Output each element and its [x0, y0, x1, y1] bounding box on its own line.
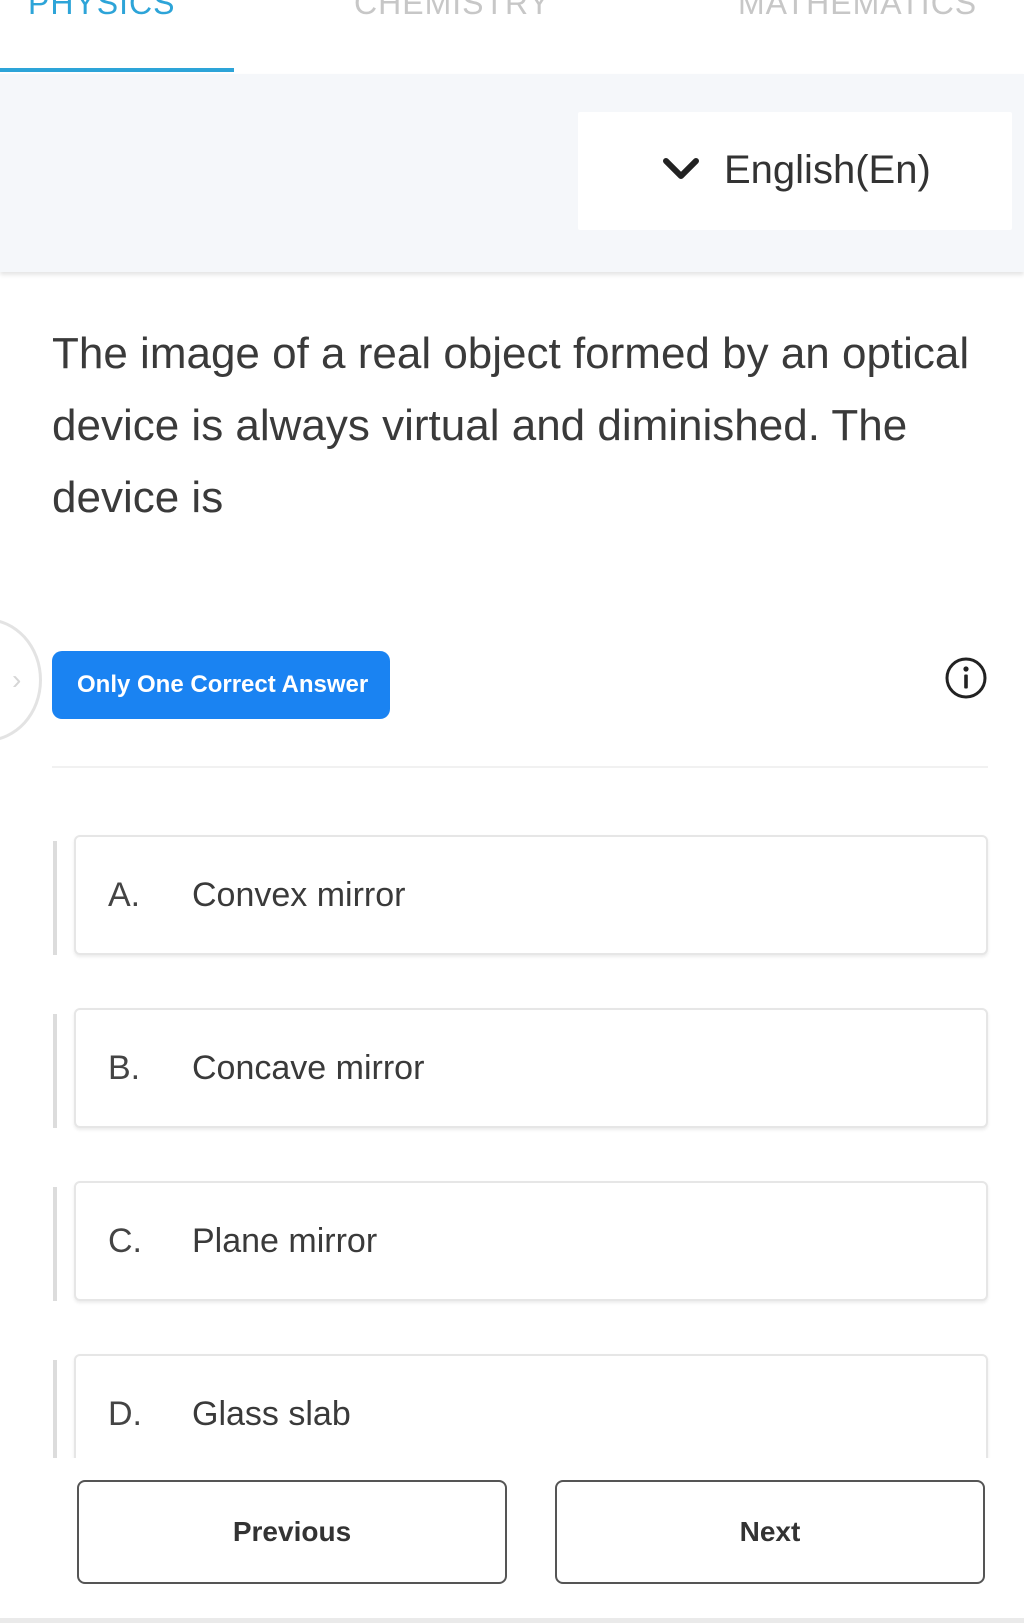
option-accent-bar — [53, 841, 57, 955]
option-c-card[interactable]: C. Plane mirror — [74, 1181, 988, 1301]
option-accent-bar — [53, 1360, 57, 1474]
answer-type-badge: Only One Correct Answer — [52, 651, 390, 719]
footer-divider — [0, 1618, 1024, 1623]
option-text: Glass slab — [192, 1395, 351, 1433]
question-text: The image of a real object formed by an … — [52, 329, 970, 522]
option-c: C. Plane mirror — [0, 1181, 1024, 1303]
option-text: Convex mirror — [192, 876, 406, 914]
option-letter: C. — [108, 1222, 142, 1260]
tab-chemistry[interactable]: CHEMISTRY — [354, 0, 551, 28]
info-icon[interactable] — [944, 656, 988, 700]
subject-tabs: PHYSICS CHEMISTRY MATHEMATICS — [0, 0, 1024, 74]
quiz-page: PHYSICS CHEMISTRY MATHEMATICS English(En… — [0, 0, 1024, 1623]
option-d-card[interactable]: D. Glass slab — [74, 1354, 988, 1474]
tab-physics[interactable]: PHYSICS — [28, 0, 175, 28]
active-tab-indicator — [0, 68, 234, 72]
option-letter: A. — [108, 876, 141, 914]
language-bar: English(En) — [0, 74, 1024, 272]
divider — [52, 766, 988, 768]
option-letter: D. — [108, 1395, 142, 1433]
option-a: A. Convex mirror — [0, 835, 1024, 957]
language-dropdown[interactable]: English(En) — [578, 112, 1012, 230]
option-letter: B. — [108, 1049, 141, 1087]
navigation-footer: Previous Next — [0, 1458, 1024, 1623]
previous-button[interactable]: Previous — [77, 1480, 507, 1584]
option-text: Concave mirror — [192, 1049, 425, 1087]
language-selected-value: English(En) — [724, 148, 931, 192]
option-a-card[interactable]: A. Convex mirror — [74, 835, 988, 955]
next-button[interactable]: Next — [555, 1480, 985, 1584]
chevron-right-icon[interactable]: › — [12, 666, 21, 694]
option-accent-bar — [53, 1187, 57, 1301]
tab-mathematics[interactable]: MATHEMATICS — [738, 0, 977, 28]
option-text: Plane mirror — [192, 1222, 378, 1260]
option-accent-bar — [53, 1014, 57, 1128]
option-b-card[interactable]: B. Concave mirror — [74, 1008, 988, 1128]
chevron-down-icon — [663, 158, 699, 179]
option-b: B. Concave mirror — [0, 1008, 1024, 1130]
